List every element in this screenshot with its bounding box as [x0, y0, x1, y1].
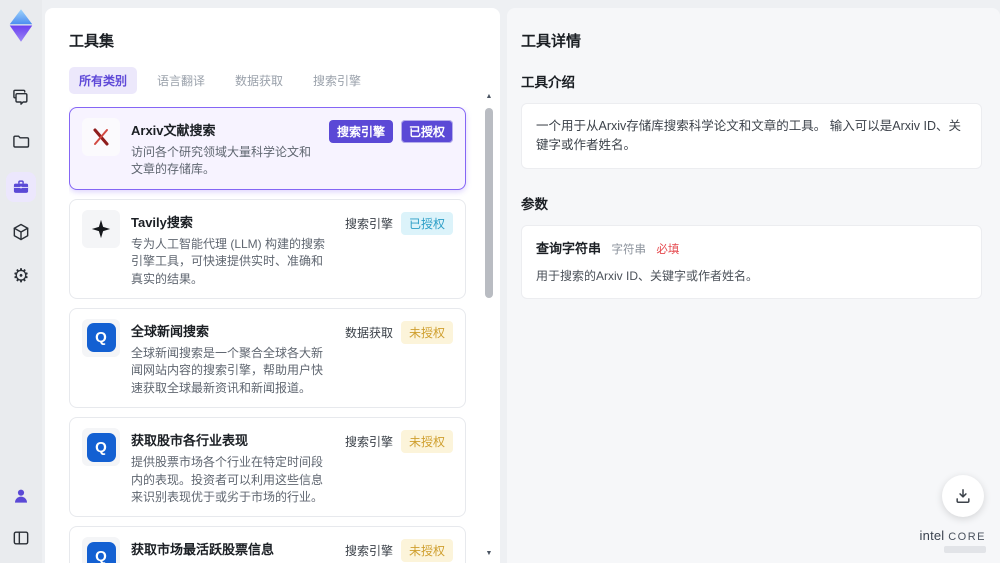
user-icon [11, 486, 31, 506]
tool-tags: 搜索引擎 已授权 [328, 118, 453, 179]
tool-card[interactable]: Arxiv文献搜索 访问各个研究领域大量科学论文和文章的存储库。 搜索引擎 已授… [69, 107, 466, 190]
scroll-down-icon[interactable]: ▼ [486, 549, 493, 559]
param-head: 查询字符串 字符串 必填 [536, 238, 967, 258]
tool-card[interactable]: Q 全球新闻搜索 全球新闻搜索是一个聚合全球各大新闻网站内容的搜索引擎，帮助用户… [69, 307, 466, 409]
gear-icon: ⚙ [12, 266, 30, 287]
detail-title: 工具详情 [521, 33, 582, 50]
tool-card[interactable]: Q 获取股市各行业表现 提供股票市场各个行业在特定时间段内的表现。投资者可以利用… [69, 417, 466, 518]
sidebar-item-models[interactable] [6, 217, 36, 247]
tool-name: Arxiv文献搜索 [131, 123, 216, 138]
params-heading: 参数 [521, 196, 548, 212]
main-area: 工具集 所有类别 语言翻译 数据获取 搜索引擎 Arxiv文献搜索 访问各个研究领域大… [42, 0, 1000, 563]
param-name: 查询字符串 [536, 240, 602, 256]
category-tabs: 所有类别 语言翻译 数据获取 搜索引擎 [69, 67, 480, 94]
q-news-logo-icon: Q [82, 428, 120, 467]
q-news-logo-icon: Q [82, 537, 120, 563]
cube-icon [11, 222, 31, 242]
sidebar-item-settings[interactable]: ⚙ [6, 262, 36, 292]
tab-label: 搜索引擎 [313, 74, 362, 88]
tab-3[interactable]: 搜索引擎 [303, 67, 371, 94]
page-title: 工具集 [69, 33, 115, 50]
tab-2[interactable]: 数据获取 [225, 67, 293, 94]
scrollbar[interactable]: ▲ ▼ [483, 92, 495, 559]
sidebar-item-toolbox[interactable] [6, 172, 36, 202]
tool-category-tag: 搜索引擎 [328, 120, 393, 143]
tool-description: 访问各个研究领域大量科学论文和文章的存储库。 [131, 145, 312, 177]
param-card: 查询字符串 字符串 必填 用于搜索的Arxiv ID、关键字或作者姓名。 [521, 224, 982, 299]
intel-core-logo: intel CORE [920, 528, 986, 553]
tools-list-panel: 工具集 所有类别 语言翻译 数据获取 搜索引擎 Arxiv文献搜索 访问各个研究领域大… [45, 8, 500, 563]
tool-tags: 数据获取 未授权 [345, 319, 453, 397]
intel-logo-sub-bar [944, 546, 986, 553]
tool-card[interactable]: Q 获取市场最活跃股票信息 提供当天交易量最高的股票列表。投资者可以利用这些信息… [69, 526, 466, 563]
download-button[interactable] [942, 475, 984, 517]
tool-detail-panel: 工具详情 工具介绍 一个用于从Arxiv存储库搜索科学论文和文章的工具。 输入可… [507, 8, 1000, 563]
tool-tags: 搜索引擎 未授权 [345, 537, 453, 563]
scrollbar-thumb[interactable] [485, 108, 493, 298]
app-logo-icon [6, 8, 36, 44]
app-window: ⚙ 工具集 所有类别 语言翻译 数据获取 搜索引擎 Arxiv文献搜索 访问各个研究领… [0, 0, 1000, 563]
tool-category-tag: 数据获取 [344, 325, 393, 340]
tool-status-badge: 未授权 [400, 539, 453, 563]
tool-status-badge: 未授权 [400, 320, 453, 344]
tool-category-tag: 搜索引擎 [344, 544, 393, 559]
tool-card[interactable]: Tavily搜索 专为人工智能代理 (LLM) 构建的搜索引擎工具，可快速提供实… [69, 198, 466, 299]
tool-tags: 搜索引擎 未授权 [345, 428, 453, 506]
core-brand-text: CORE [948, 531, 986, 543]
sidebar-item-panel[interactable] [6, 523, 36, 553]
tool-description: 专为人工智能代理 (LLM) 构建的搜索引擎工具，可快速提供实时、准确和真实的结… [131, 236, 326, 286]
arxiv-logo-icon [82, 118, 120, 156]
tool-description: 提供股票市场各个行业在特定时间段内的表现。投资者可以利用这些信息来识别表现优于或… [131, 455, 324, 504]
briefcase-icon [11, 177, 31, 197]
download-icon [953, 486, 973, 506]
tab-label: 所有类别 [79, 74, 128, 88]
intro-heading: 工具介绍 [521, 75, 575, 90]
tool-name: 获取股市各行业表现 [131, 433, 249, 449]
param-required-badge: 必填 [656, 243, 680, 256]
tool-tags: 搜索引擎 已授权 [345, 210, 453, 288]
tool-description: 全球新闻搜索是一个聚合全球各大新闻网站内容的搜索引擎，帮助用户快速获取全球最新资… [131, 345, 324, 395]
panel-icon [11, 528, 31, 548]
sidebar-item-folder[interactable] [6, 127, 36, 157]
sidebar-item-user[interactable] [6, 481, 36, 511]
tool-status-badge: 已授权 [400, 120, 453, 143]
q-news-logo-icon: Q [82, 318, 120, 357]
tool-name: 全球新闻搜索 [131, 323, 210, 339]
rail-bottom [6, 481, 36, 553]
sidebar-item-chat[interactable] [6, 82, 36, 112]
left-rail: ⚙ [0, 0, 42, 563]
tab-label: 数据获取 [235, 74, 284, 88]
param-description: 用于搜索的Arxiv ID、关键字或作者姓名。 [536, 268, 759, 283]
tool-status-badge: 未授权 [400, 430, 453, 454]
tool-category-tag: 搜索引擎 [344, 216, 393, 231]
tool-name: 获取市场最活跃股票信息 [131, 542, 275, 558]
tool-name: Tavily搜索 [131, 214, 193, 230]
chat-icon [11, 87, 31, 107]
tool-category-tag: 搜索引擎 [344, 435, 393, 450]
tab-1[interactable]: 语言翻译 [147, 67, 215, 94]
param-type: 字符串 [611, 243, 646, 256]
tab-label: 语言翻译 [157, 74, 206, 88]
tool-list: Arxiv文献搜索 访问各个研究领域大量科学论文和文章的存储库。 搜索引擎 已授… [69, 107, 480, 563]
tab-0-active[interactable]: 所有类别 [69, 67, 138, 94]
rail-nav: ⚙ [6, 82, 36, 292]
tool-intro-text: 一个用于从Arxiv存储库搜索科学论文和文章的工具。 输入可以是Arxiv ID… [521, 103, 982, 169]
tool-status-badge: 已授权 [400, 211, 453, 235]
scroll-up-icon[interactable]: ▲ [486, 92, 493, 102]
folder-icon [11, 132, 31, 152]
scrollbar-track[interactable] [485, 102, 493, 549]
intel-brand-text: intel [919, 528, 945, 543]
sparkle-star-icon [82, 209, 120, 248]
